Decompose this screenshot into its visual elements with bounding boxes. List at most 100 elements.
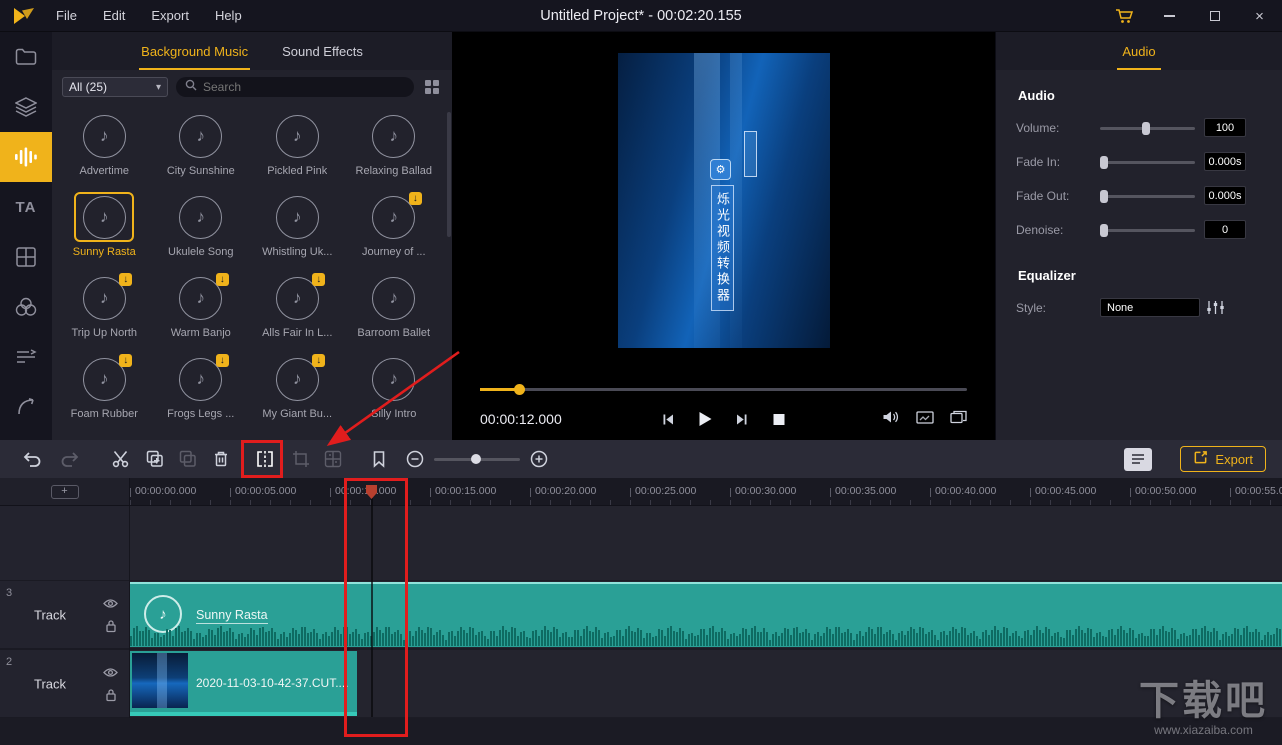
- music-item[interactable]: ♪↓ Frogs Legs ...: [153, 349, 250, 430]
- sidebar-item-split-screen[interactable]: [0, 232, 52, 282]
- video-clip[interactable]: 2020-11-03-10-42-37.CUT....: [130, 651, 357, 716]
- playhead-line: [371, 498, 373, 717]
- undo-button[interactable]: [22, 448, 44, 470]
- volume-slider[interactable]: [1100, 127, 1195, 130]
- volume-icon[interactable]: [882, 410, 900, 429]
- music-item[interactable]: ♪ Whistling Uk...: [249, 187, 346, 268]
- fade-out-value-field[interactable]: [1204, 186, 1246, 205]
- menu-edit[interactable]: Edit: [103, 8, 125, 23]
- download-icon[interactable]: ↓: [312, 354, 325, 367]
- next-frame-button[interactable]: [731, 408, 753, 430]
- music-item[interactable]: ♪ Relaxing Ballad: [346, 106, 443, 187]
- sidebar-item-subtitles[interactable]: [0, 332, 52, 382]
- cut-button[interactable]: [110, 448, 132, 470]
- volume-value-field[interactable]: [1204, 118, 1246, 137]
- download-icon[interactable]: ↓: [119, 354, 132, 367]
- zoom-slider-handle[interactable]: [471, 454, 481, 464]
- download-icon[interactable]: ↓: [119, 273, 132, 286]
- ruler-label: 00:00:25.000: [630, 478, 730, 497]
- paste-button[interactable]: [177, 448, 199, 470]
- aspect-ratio-icon[interactable]: [916, 411, 934, 429]
- redo-button[interactable]: [58, 448, 80, 470]
- minimize-button[interactable]: [1147, 0, 1192, 32]
- crop-button[interactable]: [290, 448, 312, 470]
- sidebar-item-elements[interactable]: [0, 382, 52, 432]
- menu-file[interactable]: File: [56, 8, 77, 23]
- titlebar: File Edit Export Help Untitled Project* …: [0, 0, 1282, 32]
- music-item[interactable]: ♪ City Sunshine: [153, 106, 250, 187]
- seek-handle[interactable]: [514, 384, 525, 395]
- grid-view-icon[interactable]: [422, 77, 442, 97]
- music-item[interactable]: ♪ Ukulele Song: [153, 187, 250, 268]
- fade-out-slider[interactable]: [1100, 195, 1195, 198]
- music-item[interactable]: ♪↓ My Giant Bu...: [249, 349, 346, 430]
- music-item[interactable]: ♪↓ Trip Up North: [56, 268, 153, 349]
- timeline-ruler[interactable]: + 00:00:00.00000:00:05.00000:00:10.00000…: [0, 478, 1282, 506]
- delete-button[interactable]: [210, 448, 232, 470]
- stop-button[interactable]: [768, 408, 790, 430]
- music-item[interactable]: ♪↓ Journey of ...: [346, 187, 443, 268]
- copy-button[interactable]: [144, 448, 166, 470]
- music-item[interactable]: ♪↓ Warm Banjo: [153, 268, 250, 349]
- music-item[interactable]: ♪ Pickled Pink: [249, 106, 346, 187]
- music-item[interactable]: ♪↓ Foam Rubber: [56, 349, 153, 430]
- audio-clip[interactable]: ♪ Sunny Rasta: [130, 582, 1282, 647]
- tab-background-music[interactable]: Background Music: [139, 44, 250, 70]
- tab-sound-effects[interactable]: Sound Effects: [280, 44, 365, 70]
- marker-button[interactable]: [368, 448, 390, 470]
- add-track-button[interactable]: +: [51, 485, 79, 499]
- fade-in-value-field[interactable]: [1204, 152, 1246, 171]
- tab-audio[interactable]: Audio: [1117, 44, 1160, 70]
- download-icon[interactable]: ↓: [409, 192, 422, 205]
- track-name: Track: [34, 607, 66, 622]
- sidebar-item-media[interactable]: [0, 32, 52, 82]
- zoom-in-button[interactable]: [528, 448, 550, 470]
- media-scrollbar[interactable]: [447, 112, 451, 237]
- category-dropdown[interactable]: All (25) ▾: [62, 77, 168, 97]
- split-button[interactable]: [254, 448, 276, 470]
- music-item[interactable]: ♪↓ Alls Fair In L...: [249, 268, 346, 349]
- sidebar-item-audio[interactable]: [0, 132, 52, 182]
- track-visibility-icon[interactable]: [103, 667, 118, 678]
- maximize-button[interactable]: [1192, 0, 1237, 32]
- close-button[interactable]: ×: [1237, 0, 1282, 32]
- download-icon[interactable]: ↓: [216, 273, 229, 286]
- download-icon[interactable]: ↓: [216, 354, 229, 367]
- denoise-slider[interactable]: [1100, 229, 1195, 232]
- export-button[interactable]: Export: [1180, 446, 1266, 472]
- zoom-out-button[interactable]: [404, 448, 426, 470]
- duplicate-screen-icon[interactable]: [950, 410, 967, 429]
- previous-frame-button[interactable]: [657, 408, 679, 430]
- mosaic-button[interactable]: [322, 448, 344, 470]
- denoise-row: Denoise:: [996, 220, 1282, 240]
- sidebar-item-transitions[interactable]: [0, 82, 52, 132]
- store-cart-icon[interactable]: [1102, 0, 1147, 32]
- equalizer-settings-icon[interactable]: [1207, 300, 1224, 315]
- track-visibility-icon[interactable]: [103, 598, 118, 609]
- search-box[interactable]: [176, 77, 414, 97]
- audio-section-header: Audio: [1018, 88, 1055, 103]
- timeline-zoom-slider[interactable]: [434, 458, 520, 461]
- music-disc-icon: ♪: [276, 115, 319, 158]
- sidebar-item-text[interactable]: TA: [0, 182, 52, 232]
- play-button[interactable]: [694, 408, 716, 430]
- menu-help[interactable]: Help: [215, 8, 242, 23]
- sidebar-item-filters[interactable]: [0, 282, 52, 332]
- seek-bar[interactable]: [480, 388, 967, 391]
- menu-export[interactable]: Export: [151, 8, 189, 23]
- search-input[interactable]: [203, 80, 405, 94]
- music-item[interactable]: ♪ Barroom Ballet: [346, 268, 443, 349]
- music-item[interactable]: ♪ Advertime: [56, 106, 153, 187]
- track-lock-icon[interactable]: [105, 688, 117, 702]
- style-dropdown[interactable]: None: [1100, 298, 1200, 317]
- music-item-selected[interactable]: ♪ Sunny Rasta: [56, 187, 153, 268]
- ruler-scale[interactable]: 00:00:00.00000:00:05.00000:00:10.00000:0…: [130, 478, 1282, 505]
- track-lock-icon[interactable]: [105, 619, 117, 633]
- denoise-value-field[interactable]: [1204, 220, 1246, 239]
- download-icon[interactable]: ↓: [312, 273, 325, 286]
- timeline: + 00:00:00.00000:00:05.00000:00:10.00000…: [0, 478, 1282, 745]
- music-disc-icon: ♪: [179, 115, 222, 158]
- music-item[interactable]: ♪ Silly Intro: [346, 349, 443, 430]
- fade-in-slider[interactable]: [1100, 161, 1195, 164]
- export-list-button[interactable]: [1124, 448, 1152, 471]
